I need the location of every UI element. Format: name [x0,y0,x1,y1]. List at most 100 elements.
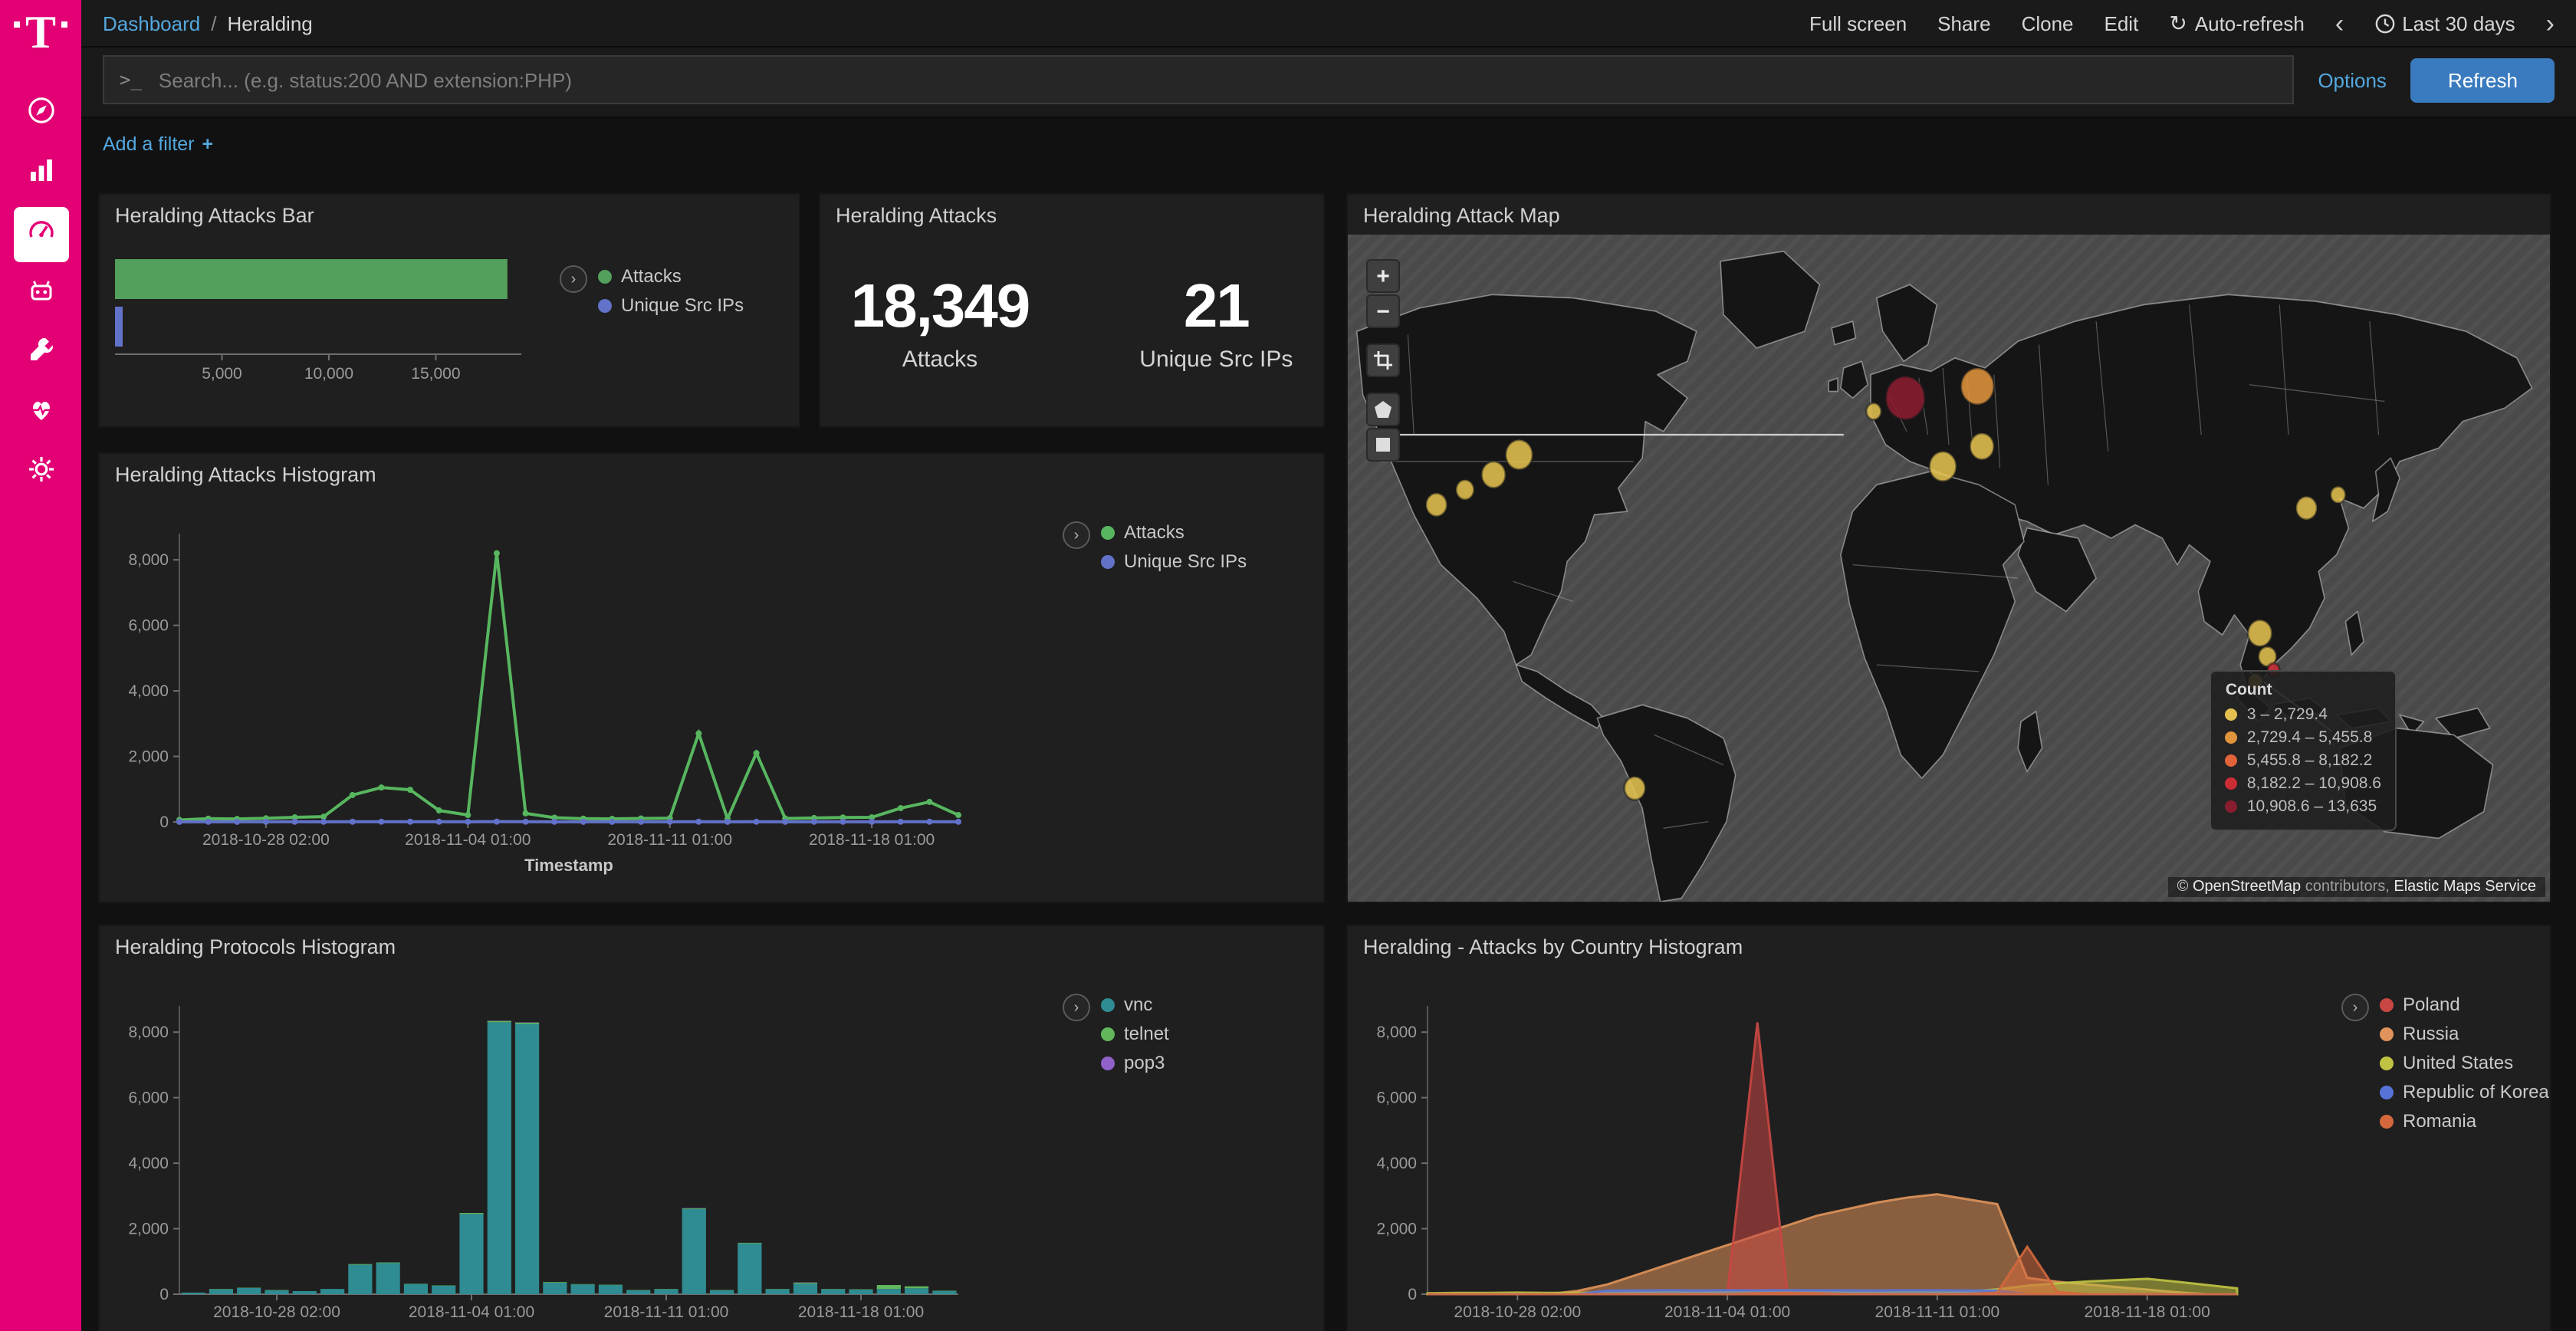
legend-title: Count [2226,681,2381,699]
attacks-histogram-chart[interactable]: 02,0004,0006,0008,0002018-10-28 02:00201… [112,506,1038,892]
legend-label: Republic of Korea [2403,1081,2549,1103]
legend-item[interactable]: 2,729.4 – 5,455.8 [2226,728,2381,747]
legend-item[interactable]: Unique Src IPs [598,294,744,316]
legend-item[interactable]: Attacks [598,265,744,287]
zoom-in-button[interactable]: + [1366,259,1400,293]
metric-group: 18,349 Attacks 21 Unique Src IPs [820,273,1323,373]
sidebar-item-dashboard[interactable] [13,206,68,261]
legend-label: telnet [1124,1023,1169,1044]
legend-item[interactable]: 5,455.8 – 8,182.2 [2226,751,2381,770]
map-marker[interactable] [1866,403,1881,420]
map-marker[interactable] [1970,433,1993,460]
legend-swatch [2226,731,2238,744]
plus-icon[interactable]: + [202,133,214,155]
legend-item[interactable]: United States [2380,1052,2549,1073]
iceland [1832,321,1855,344]
edit-button[interactable]: Edit [2104,12,2139,35]
time-forward-button[interactable]: › [2546,10,2555,36]
legend-item[interactable]: Unique Src IPs [1101,550,1247,572]
map-marker[interactable] [2296,496,2317,519]
map-marker[interactable] [1426,493,1447,516]
map-marker[interactable] [1625,777,1645,800]
country-histogram-legend: › Poland Russia United States Republic of K… [2341,994,2549,1139]
legend-item[interactable]: 10,908.6 – 13,635 [2226,797,2381,816]
map-marker[interactable] [2331,486,2346,503]
add-filter-link[interactable]: Add a filter [103,133,195,155]
sidebar: T [0,0,81,1331]
legend-item[interactable]: Romania [2380,1110,2549,1132]
metric-label: Attacks [851,347,1030,373]
map-marker[interactable] [1930,452,1957,481]
legend-toggle-icon[interactable]: › [1063,994,1090,1021]
legend-item[interactable]: Republic of Korea [2380,1081,2549,1103]
world-map[interactable]: + − Count [1348,235,2550,902]
sidebar-item-discover[interactable] [13,87,68,142]
legend-toggle-icon[interactable]: › [1063,521,1090,549]
legend-item[interactable]: Poland [2380,994,2549,1015]
fullscreen-button[interactable]: Full screen [1809,12,1907,35]
breadcrumb-current: Heralding [227,12,312,35]
terminal-prompt-icon: >_ [120,69,142,90]
legend-item[interactable]: 8,182.2 – 10,908.6 [2226,774,2381,793]
legend-item[interactable]: telnet [1101,1023,1169,1044]
time-picker-button[interactable]: Last 30 days [2374,12,2515,35]
legend-toggle-icon[interactable]: › [2341,994,2369,1021]
legend-swatch [598,269,612,283]
telekom-logo[interactable]: T [15,12,67,56]
breadcrumb-dashboard[interactable]: Dashboard [103,12,200,35]
protocols-histogram-chart[interactable]: 02,0004,0006,0008,0002018-10-28 02:00201… [112,978,1038,1331]
map-count-legend: Count 3 – 2,729.4 2,729.4 – 5,455.8 5,455.… [2210,670,2397,831]
share-button[interactable]: Share [1937,12,1990,35]
metric-value: 18,349 [851,273,1030,342]
polygon-tool-button[interactable] [1366,393,1400,426]
openstreetmap-link[interactable]: OpenStreetMap [2193,879,2301,896]
svg-text:8,000: 8,000 [1376,1024,1417,1041]
scandinavia [1877,284,1937,361]
legend-item[interactable]: Russia [2380,1023,2549,1044]
sidebar-item-monitoring[interactable] [13,386,68,441]
svg-text:2018-11-04 01:00: 2018-11-04 01:00 [1664,1303,1790,1321]
compass-icon [25,95,56,133]
map-marker[interactable] [1961,368,1994,405]
legend-item[interactable]: 3 – 2,729.4 [2226,705,2381,724]
philippines [2345,612,2364,656]
attacks-bar-chart[interactable]: 5,00010,00015,000 [109,253,584,414]
sidebar-item-sensors[interactable] [13,266,68,321]
sidebar-item-visualize[interactable] [13,146,68,202]
zoom-out-button[interactable]: − [1366,294,1400,328]
map-marker[interactable] [1456,480,1474,500]
svg-text:2,000: 2,000 [128,748,169,766]
country-histogram-chart[interactable]: 02,0004,0006,0008,0002018-10-28 02:00201… [1360,978,2317,1331]
legend-swatch [598,298,612,312]
logo-square [15,21,21,28]
options-link[interactable]: Options [2318,68,2387,91]
svg-text:2018-11-18 01:00: 2018-11-18 01:00 [2085,1303,2210,1321]
metric-attacks: 18,349 Attacks [851,273,1030,373]
map-marker[interactable] [1506,440,1533,470]
legend-swatch [2380,997,2394,1011]
map-marker[interactable] [2248,619,2272,646]
refresh-button[interactable]: Refresh [2411,58,2555,102]
madagascar [2018,712,2042,771]
clone-button[interactable]: Clone [2022,12,2074,35]
map-marker[interactable] [1886,376,1925,420]
legend-label: Romania [2403,1110,2476,1132]
legend-item[interactable]: Attacks [1101,521,1247,543]
africa [1841,472,2024,778]
rectangle-tool-button[interactable] [1366,428,1400,462]
elastic-maps-link[interactable]: Elastic Maps Service [2394,879,2536,896]
legend-label: Attacks [621,265,682,287]
legend-toggle-icon[interactable]: › [560,265,587,293]
svg-text:2018-10-28 02:00: 2018-10-28 02:00 [213,1303,340,1321]
auto-refresh-button[interactable]: ↻ Auto-refresh [2169,12,2305,35]
time-back-button[interactable]: ‹ [2335,10,2344,36]
sidebar-item-devtools[interactable] [13,326,68,381]
panel-protocols-histogram: Heralding Protocols Histogram 02,0004,00… [98,925,1325,1331]
legend-item[interactable]: pop3 [1101,1052,1169,1073]
search-input[interactable] [156,67,2276,93]
map-marker[interactable] [1481,462,1505,488]
sidebar-item-management[interactable] [13,445,68,501]
search-box[interactable]: >_ [103,55,2293,104]
fit-bounds-button[interactable] [1366,343,1400,377]
legend-item[interactable]: vnc [1101,994,1169,1015]
